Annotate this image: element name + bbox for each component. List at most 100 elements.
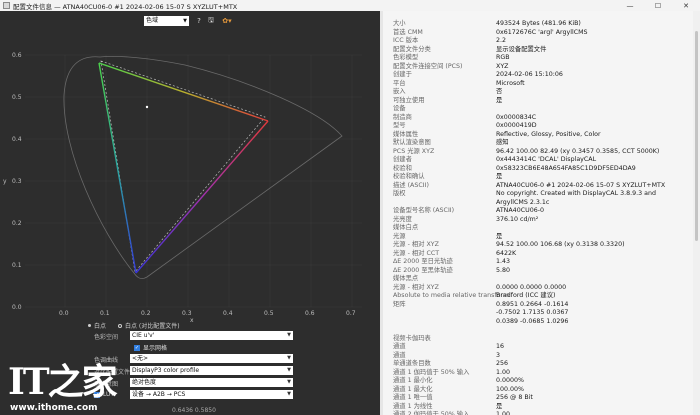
info-row-key: 创建者 (393, 156, 412, 163)
y-axis-label: y (3, 178, 7, 185)
info-row-key: 光源 - 相对 CCT (393, 249, 440, 257)
info-row-value: 3 (496, 351, 501, 359)
info-row: 通道 3 (383, 352, 693, 361)
info-row-value: 0x0000834C (496, 113, 537, 121)
intent-select[interactable]: 绝对色度 ▼ (130, 378, 293, 387)
info-row: 光源 是 (383, 233, 693, 242)
info-row-key: 校验和 (393, 164, 412, 172)
tone-curve-select[interactable]: <无> ▼ (130, 354, 293, 363)
info-row-value: 感知 (496, 139, 509, 146)
info-row-key: PCS 光源 XYZ (393, 147, 435, 155)
info-row: 0.0389 -0.0685 1.0296 (383, 318, 693, 327)
colorspace-select[interactable]: CIE u'v' ▼ (130, 331, 293, 340)
whitepoint-ring-icon (118, 323, 122, 328)
info-row-key: ΔE 2000 至日光轨迹 (393, 258, 453, 265)
info-row: 创建于 2024-02-06 15:10:06 (383, 71, 693, 80)
info-row: 创建者 0x4443414C 'DCAL' DisplayCAL (383, 156, 693, 165)
info-row-value: 2.2 (496, 37, 507, 44)
window-controls: — ☐ ✕ (616, 0, 700, 11)
cursor-coordinates: 0.6436 0.5850 (172, 407, 216, 414)
chevron-down-icon: ▼ (287, 355, 291, 361)
info-row-value: 0x6172676C 'argl' ArgyllCMS (496, 28, 588, 36)
x-tick: 0.1 (100, 310, 110, 317)
info-row-key: 单通道条目数 (393, 360, 431, 367)
info-row: 通道 1 唯一值 256 @ 8 Bit (383, 394, 693, 403)
info-row-key: 可独立使用 (393, 96, 425, 104)
lut-value: 设备 → A2B → PCS (132, 391, 186, 398)
info-row: 通道 2 伽玛值于 50% 输入 1.00 (383, 411, 693, 415)
x-tick: 0.2 (141, 310, 151, 317)
info-row: 通道 1 最小化 0.0000% (383, 377, 693, 386)
info-row-value: -0.7502 1.7135 0.0367 (496, 309, 569, 316)
info-row-key: 视频卡伽玛表 (393, 334, 431, 342)
view-select-value: 色域 (146, 17, 159, 24)
info-row: 配置文件连接空间 (PCS) XYZ (383, 63, 693, 72)
info-row-key: 通道 2 伽玛值于 50% 输入 (393, 411, 470, 415)
info-row-value: 256 (496, 360, 509, 367)
info-row-key: 光源 (393, 232, 406, 240)
info-row: 矩阵 0.8951 0.2664 -0.1614 (383, 301, 693, 310)
minimize-button[interactable]: — (616, 0, 644, 11)
info-row-value: 显示设备配置文件 (496, 45, 547, 53)
x-tick: 0.5 (264, 310, 274, 317)
close-button[interactable]: ✕ (672, 0, 700, 11)
info-row-key: 媒体白点 (393, 224, 419, 231)
info-row-key: 矩阵 (393, 300, 406, 308)
info-row-key: 光亮度 (393, 215, 412, 223)
plot-toolbar: 色域 ▼ ? 🖫 ✿▾ (0, 11, 380, 31)
info-row: 平台 Microsoft (383, 80, 693, 89)
info-row-key: 通道 1 最小化 (393, 377, 433, 384)
chevron-down-icon: ▼ (287, 367, 291, 373)
legend-whitepoint-rel-label: 白点 (对比配置文件) (125, 323, 180, 330)
info-row (383, 326, 693, 335)
info-row: -0.7502 1.7135 0.0367 (383, 309, 693, 318)
colorspace-label: 色彩空间 (94, 334, 119, 341)
scrollbar-thumb[interactable] (695, 31, 698, 241)
info-row-value: 否 (496, 88, 503, 95)
help-icon[interactable]: ? (194, 16, 204, 26)
legend-whitepoint-rel: 白点 (对比配置文件) (118, 321, 180, 330)
info-row-value: 256 @ 8 Bit (496, 394, 533, 401)
compare-profile-value: DisplayP3 color profile (132, 367, 200, 374)
title-bar: 配置文件信息 — ATNA40CU06-0 #1 2024-02-06 15-0… (0, 0, 700, 11)
axis-ticks: 0.6 0.5 0.4 0.3 0.2 0.1 0.0 0.0 0.1 0.2 … (3, 52, 356, 324)
info-row-key: 媒体属性 (393, 130, 419, 138)
info-row-value: 100.00% (496, 385, 525, 393)
info-row-key: ICC 版本 (393, 37, 419, 44)
show-grid-checkbox[interactable]: ✓ 显示网格 (134, 343, 167, 352)
info-row: 通道 1 伽玛值于 50% 输入 1.00 (383, 369, 693, 378)
info-row: ICC 版本 2.2 (383, 37, 693, 46)
y-tick: 0.5 (12, 94, 22, 101)
gamut-plot-svg: 0.6 0.5 0.4 0.3 0.2 0.1 0.0 0.0 0.1 0.2 … (3, 52, 362, 324)
info-row-key: 通道 (393, 351, 406, 359)
y-tick: 0.3 (12, 178, 22, 185)
info-row-value: 0.0000% (496, 377, 525, 384)
white-point-marker (145, 105, 149, 109)
info-row-value: ArgyllCMS 2.3.1c (496, 198, 550, 206)
view-select[interactable]: 色域 ▼ (144, 16, 189, 26)
y-tick: 0.1 (12, 262, 22, 269)
gamut-edge-red-green (98, 62, 269, 122)
lut-select[interactable]: 设备 → A2B → PCS ▼ (130, 390, 293, 399)
save-icon[interactable]: 🖫 (206, 16, 216, 26)
info-row-value: 是 (496, 402, 503, 410)
gamut-plot[interactable]: 0.6 0.5 0.4 0.3 0.2 0.1 0.0 0.0 0.1 0.2 … (0, 31, 380, 331)
chevron-down-icon: ▼ (287, 332, 291, 338)
info-row-value: Bradford (ICC 建议) (496, 292, 556, 299)
info-row-key: 通道 1 最大化 (393, 385, 433, 393)
info-row: 默认渲染意图 感知 (383, 139, 693, 148)
info-row: 可独立使用 是 (383, 97, 693, 106)
maximize-button[interactable]: ☐ (644, 0, 672, 11)
compare-profile-select[interactable]: DisplayP3 color profile ▼ (130, 366, 293, 375)
info-row-key: 通道 1 伽玛值于 50% 输入 (393, 368, 470, 376)
whitepoint-dot-icon (88, 324, 91, 327)
info-row-value: Reflective, Glossy, Positive, Color (496, 130, 601, 138)
info-row-key: 媒体黑点 (393, 275, 419, 282)
info-row-key: 创建于 (393, 71, 412, 78)
info-row: 设备 (383, 105, 693, 114)
options-icon[interactable]: ✿▾ (219, 16, 235, 26)
vertical-scrollbar[interactable] (693, 11, 700, 415)
info-row-value: 16 (496, 343, 505, 350)
show-grid-label: 显示网格 (143, 345, 168, 352)
info-row: ArgyllCMS 2.3.1c (383, 199, 693, 208)
